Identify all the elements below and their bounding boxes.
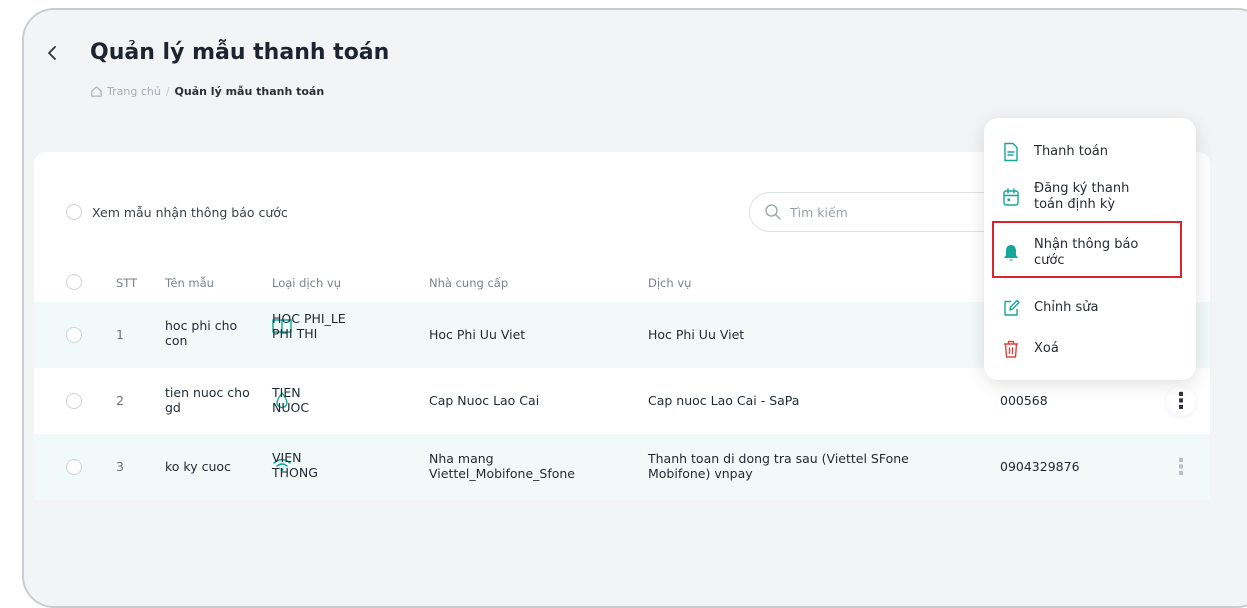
row-service: Hoc Phi Uu Viet [648,327,745,342]
row-type-label: TIEN NUOC [272,385,310,415]
menu-item-label: Chỉnh sửa [1034,300,1099,315]
row-code: 0904329876 [1000,459,1080,474]
row-stt: 1 [116,327,124,342]
edit-icon [1004,299,1020,316]
menu-item-label: Đăng ký thanh toán định kỳ [1034,181,1130,212]
breadcrumb-home-label[interactable]: Trang chủ [107,85,161,98]
row-type: HOC PHI_LE PHI THI [272,311,346,341]
breadcrumb: Trang chủ / Quản lý mẫu thanh toán [90,85,324,98]
home-icon [91,86,102,97]
row-stt: 3 [116,459,124,474]
search-placeholder: Tìm kiếm [790,204,848,220]
row-stt: 2 [116,393,124,408]
view-notification-radio[interactable] [66,204,82,220]
menu-item-delete[interactable]: Xoá [984,339,1196,359]
row-radio[interactable] [66,327,82,343]
header-service: Dịch vụ [648,276,692,290]
row-name: ko ky cuoc [165,459,231,474]
row-provider: Hoc Phi Uu Viet [429,327,526,342]
highlight-box [992,221,1182,278]
row-radio[interactable] [66,459,82,475]
header-name: Tên mẫu [165,276,214,290]
row-service: Cap nuoc Lao Cai - SaPa [648,393,800,408]
row-code: 000568 [1000,393,1048,408]
row-radio[interactable] [66,393,82,409]
menu-item-payment[interactable]: Thanh toán [984,142,1196,162]
document-icon [1004,142,1018,162]
search-icon [765,204,781,220]
view-notification-templates-toggle[interactable]: Xem mẫu nhận thông báo cước [66,204,288,220]
row-more-menu-icon[interactable]: ⋮ [1166,452,1196,482]
row-provider: Cap Nuoc Lao Cai [429,393,540,408]
row-provider: Nha mang Viettel_Mobifone_Sfone [429,451,576,481]
row-name: hoc phi cho con [165,318,238,348]
page-title: Quản lý mẫu thanh toán [90,40,390,65]
breadcrumb-current: Quản lý mẫu thanh toán [174,85,325,98]
header-type: Loại dịch vụ [272,276,341,290]
back-chevron-icon[interactable] [45,42,59,66]
trash-icon [1004,340,1018,358]
menu-item-edit[interactable]: Chỉnh sửa [984,298,1196,318]
menu-item-label: Thanh toán [1034,144,1109,159]
row-more-menu-icon[interactable]: ⋮ [1166,386,1196,416]
menu-item-label: Xoá [1034,341,1059,356]
breadcrumb-separator: / [165,85,170,98]
menu-item-recurring-payment[interactable]: Đăng ký thanh toán định kỳ [984,181,1196,213]
header-provider: Nhà cung cấp [429,276,509,290]
row-name: tien nuoc cho gd [165,385,250,415]
header-stt: STT [116,276,138,290]
row-service: Thanh toan di dong tra sau (Viettel SFon… [648,451,909,481]
breadcrumb-home[interactable]: Trang chủ [90,85,161,98]
row-type-label: HOC PHI_LE PHI THI [272,311,346,341]
row-type-label: VIEN THONG [272,450,318,480]
row-type: VIEN THONG [272,450,318,480]
search-input[interactable]: Tìm kiếm [749,192,1009,232]
row-type: TIEN NUOC [272,385,309,415]
calendar-icon [1003,188,1019,206]
table-row[interactable]: 3 ko ky cuoc VIEN THONG Nha mang Viettel… [34,434,1210,500]
view-notification-label: Xem mẫu nhận thông báo cước [92,204,288,220]
select-all-radio[interactable] [66,274,82,290]
